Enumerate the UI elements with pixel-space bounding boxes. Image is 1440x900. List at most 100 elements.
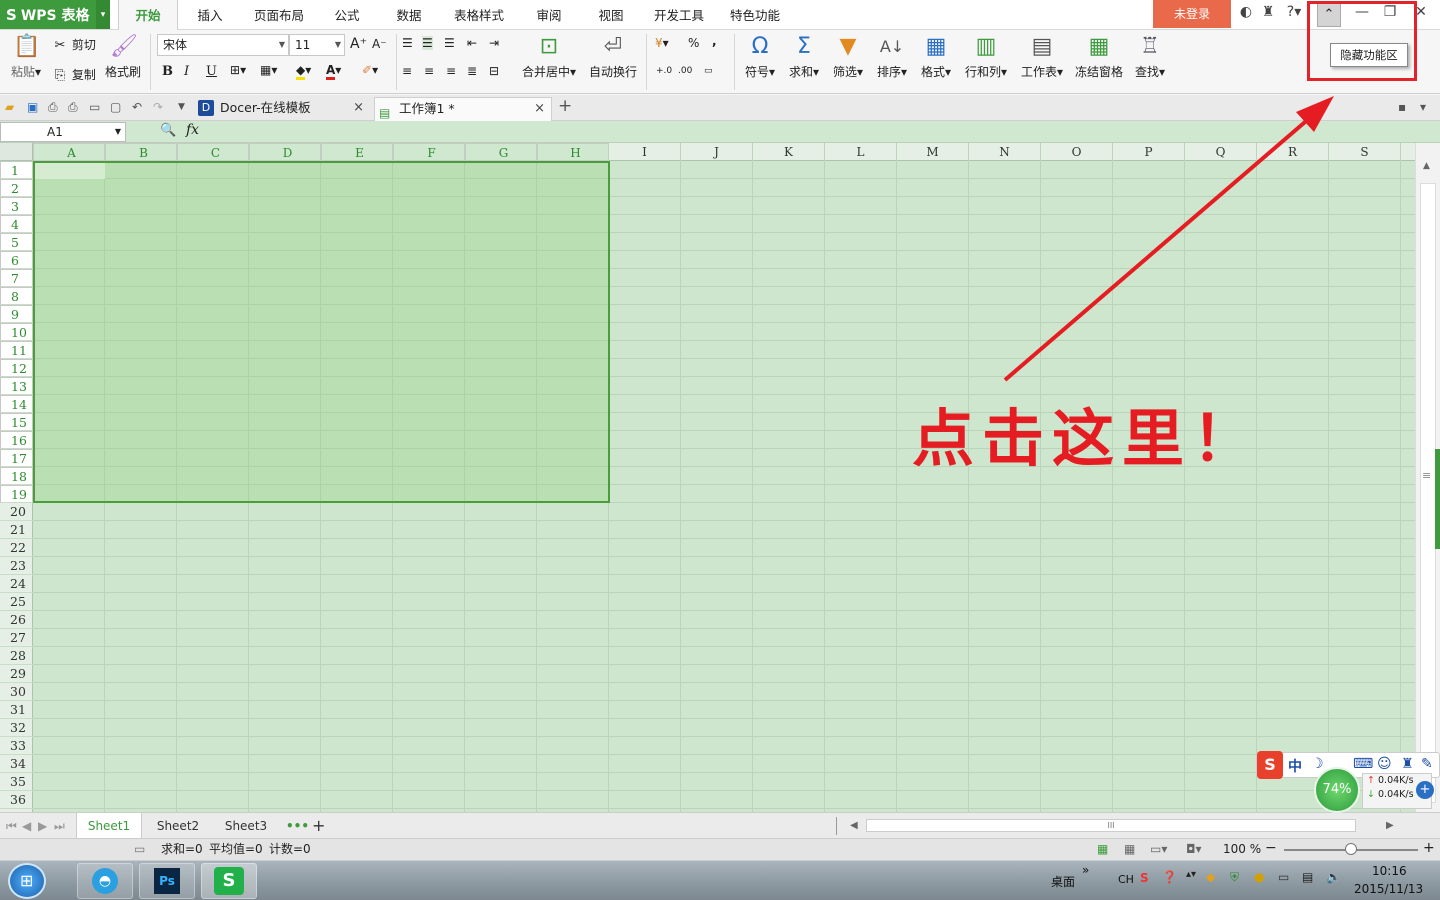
column-header-f[interactable]: F [393,143,465,161]
chinese-mode-toggle[interactable]: 中 [1288,756,1302,776]
column-header-a[interactable]: A [33,143,105,161]
network-speed-widget[interactable]: 74% ↑ 0.04K/s ↓ 0.04K/s + [1314,767,1440,815]
worksheet-button[interactable]: ▤ 工作表▾ [1016,34,1068,80]
row-header-29[interactable]: 29 [0,665,33,683]
row-header-9[interactable]: 9 [0,305,33,323]
row-header-30[interactable]: 30 [0,683,33,701]
row-header-8[interactable]: 8 [0,287,33,305]
column-header-c[interactable]: C [177,143,249,161]
column-header-i[interactable]: I [609,143,681,161]
symbol-button[interactable]: Ω 符号▾ [740,34,780,80]
page-layout-view-icon[interactable]: ▭▾ [1150,839,1167,860]
row-header-23[interactable]: 23 [0,557,33,575]
help-icon[interactable]: ?▾ [1282,4,1306,20]
clock-date[interactable]: 2015/11/13 [1354,882,1423,896]
row-header-4[interactable]: 4 [0,215,33,233]
row-header-2[interactable]: 2 [0,179,33,197]
select-all-corner[interactable] [0,143,33,161]
zoom-in-button[interactable]: + [1423,838,1435,859]
desktop-toolbar[interactable]: 桌面 [1051,873,1075,890]
window-mode-icon[interactable]: ▪ [1398,100,1406,114]
tab-docer-templates[interactable]: D Docer-在线模板 × [196,97,370,121]
undo-icon[interactable]: ↶ [132,100,142,114]
zoom-out-button[interactable]: − [1265,838,1277,859]
shirt-icon[interactable]: ♜ [1258,4,1278,20]
column-header-h[interactable]: H [537,143,609,161]
side-handle[interactable] [1435,449,1440,549]
increase-decimal-button[interactable]: +.0 [656,66,672,76]
column-header-g[interactable]: G [465,143,537,161]
distribute-button[interactable]: ⊟ [489,64,499,78]
align-center-button[interactable]: ≡ [424,64,434,78]
accelerate-button[interactable]: + [1416,781,1434,799]
close-icon[interactable]: × [353,97,364,119]
row-header-11[interactable]: 11 [0,341,33,359]
scrollbar-thumb[interactable] [1420,183,1436,803]
column-header-e[interactable]: E [321,143,393,161]
row-header-10[interactable]: 10 [0,323,33,341]
taskbar-app-browser[interactable]: ◓ [77,863,133,899]
row-header-20[interactable]: 20 [0,503,33,521]
horizontal-scrollbar[interactable]: III [866,819,1356,832]
bold-button[interactable]: B [162,64,173,79]
normal-view-icon[interactable]: ▦ [1097,839,1108,860]
column-header-d[interactable]: D [249,143,321,161]
wrap-text-button[interactable]: ⏎ 自动换行 [586,34,640,80]
row-header-16[interactable]: 16 [0,431,33,449]
row-header-6[interactable]: 6 [0,251,33,269]
vertical-scrollbar[interactable]: ▲ ≡ [1415,143,1440,812]
column-header-k[interactable]: K [753,143,825,161]
zoom-slider-thumb[interactable] [1345,843,1357,855]
usb-icon[interactable]: ▭ [1278,870,1289,884]
column-header-p[interactable]: P [1113,143,1185,161]
tab-special[interactable]: 特色功能 [722,0,788,30]
cell-fill-button[interactable]: ▦▾ [260,63,277,77]
row-header-34[interactable]: 34 [0,755,33,773]
tab-review[interactable]: 审阅 [526,0,572,30]
row-header-25[interactable]: 25 [0,593,33,611]
row-header-5[interactable]: 5 [0,233,33,251]
chevron-right-icon[interactable]: » [1082,863,1089,877]
help-tray-icon[interactable]: ❓ [1162,870,1177,884]
row-header-32[interactable]: 32 [0,719,33,737]
reading-mode-icon[interactable]: ◘▾ [1186,839,1202,860]
number-format-button[interactable]: ▭ [704,66,713,76]
border-button[interactable]: ⊞▾ [230,63,246,77]
grow-font-button[interactable]: A⁺ [350,36,367,52]
first-sheet-icon[interactable]: ⏮ [6,813,17,839]
row-header-27[interactable]: 27 [0,629,33,647]
column-header-m[interactable]: M [897,143,969,161]
row-header-12[interactable]: 12 [0,359,33,377]
format-button[interactable]: ▦ 格式▾ [916,34,956,80]
taskbar-app-photoshop[interactable]: Ps [139,863,195,899]
cut-button[interactable]: ✂ 剪切 [52,36,96,53]
volume-icon[interactable]: 🔈 [1326,870,1341,884]
sogou-tray-icon[interactable]: S [1140,871,1149,885]
next-sheet-icon[interactable]: ▶ [38,813,47,839]
tab-data[interactable]: 数据 [386,0,432,30]
filter-button[interactable]: ▼ 筛选▾ [828,34,868,80]
tab-table-style[interactable]: 表格样式 [446,0,512,30]
row-col-button[interactable]: ▥ 行和列▾ [960,34,1012,80]
save-icon[interactable]: ▣ [27,100,38,114]
network-tray-icon[interactable]: ▤ [1302,870,1313,884]
percent-button[interactable]: % [688,36,699,50]
column-header-r[interactable]: R [1257,143,1329,161]
preview-icon[interactable]: ▢ [110,100,121,114]
align-top-button[interactable]: ☰ [402,36,413,50]
print-icon[interactable]: ⎙ [68,100,78,115]
tab-developer[interactable]: 开发工具 [646,0,712,30]
row-header-7[interactable]: 7 [0,269,33,287]
find-button[interactable]: ♖ 查找▾ [1130,34,1170,80]
row-header-14[interactable]: 14 [0,395,33,413]
add-tab-button[interactable]: + [558,96,572,116]
comma-button[interactable]: , [712,34,717,48]
align-middle-button[interactable]: ☰ [422,36,433,50]
row-header-33[interactable]: 33 [0,737,33,755]
column-header-b[interactable]: B [105,143,177,161]
tab-workbook1[interactable]: ▤ 工作簿1 * × [374,97,552,121]
shield-icon[interactable]: ⛨ [1230,870,1239,885]
row-header-17[interactable]: 17 [0,449,33,467]
sheet-tab-2[interactable]: Sheet2 [148,813,208,839]
memory-usage-ball[interactable]: 74% [1314,767,1360,813]
